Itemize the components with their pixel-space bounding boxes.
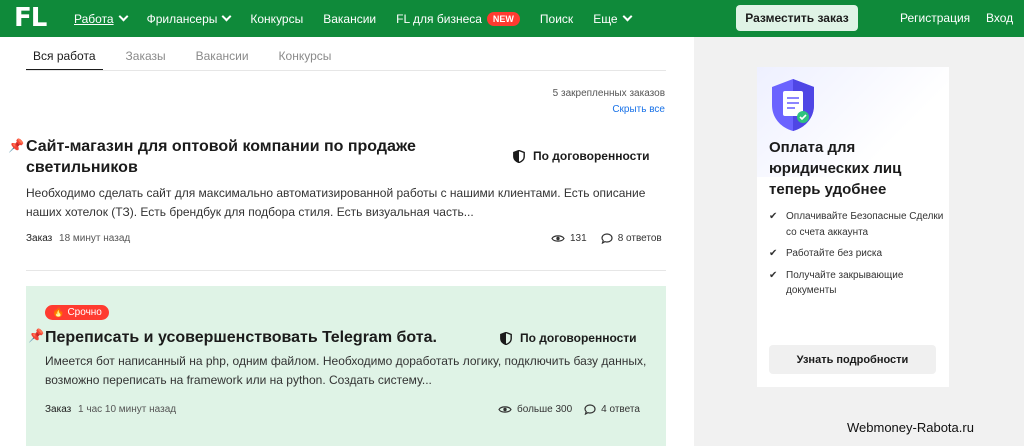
tab-contests[interactable]: Конкурсы bbox=[272, 49, 339, 71]
nav-more[interactable]: Еще bbox=[593, 11, 633, 26]
tab-orders[interactable]: Заказы bbox=[119, 49, 173, 71]
job-divider bbox=[26, 270, 666, 271]
top-navbar: FL Работа Фрилансеры Конкурсы Вакансии F… bbox=[0, 0, 1024, 37]
tab-all-work[interactable]: Вся работа bbox=[26, 49, 103, 71]
job-time: 18 минут назад bbox=[59, 233, 131, 244]
urgent-badge: 🔥 Срочно bbox=[45, 305, 109, 320]
list-item: ✔ Оплачивайте Безопасные Сделки со счета … bbox=[769, 209, 945, 240]
nav-vacancies[interactable]: Вакансии bbox=[323, 12, 376, 26]
document-shield-icon bbox=[772, 79, 814, 131]
nav-work[interactable]: Работа bbox=[74, 11, 129, 26]
pinned-count: 5 закрепленных заказов bbox=[552, 88, 665, 99]
login-link[interactable]: Вход bbox=[986, 11, 1013, 25]
nav-freelancers[interactable]: Фрилансеры bbox=[146, 11, 232, 26]
nav-vacancies-label: Вакансии bbox=[323, 11, 377, 26]
nav-work-label: Работа bbox=[74, 11, 114, 26]
urgent-label: Срочно bbox=[67, 307, 102, 318]
chevron-down-icon bbox=[622, 11, 633, 22]
eye-icon bbox=[498, 406, 512, 413]
tab-vacancies[interactable]: Вакансии bbox=[189, 49, 256, 71]
job-title[interactable]: Переписать и усовершенствовать Telegram … bbox=[45, 327, 495, 348]
job-type: Заказ bbox=[45, 404, 72, 415]
list-item: ✔ Получайте закрывающие документы bbox=[769, 268, 945, 299]
job-stats: больше 300 4 ответа bbox=[498, 404, 640, 415]
nav-contests[interactable]: Конкурсы bbox=[250, 12, 303, 26]
work-tabs: Вся работа Заказы Вакансии Конкурсы bbox=[26, 49, 354, 71]
nav-more-label: Еще bbox=[593, 11, 618, 26]
job-price: По договоренности bbox=[513, 149, 650, 163]
benefit-text: Получайте закрывающие документы bbox=[786, 269, 904, 297]
watermark: Webmoney-Rabota.ru bbox=[847, 420, 974, 435]
hide-all-link[interactable]: Скрыть все bbox=[612, 104, 665, 115]
check-icon: ✔ bbox=[769, 269, 778, 281]
promo-title: Оплата для юридических лиц теперь удобне… bbox=[769, 139, 902, 198]
urgent-job-card[interactable]: 🔥 Срочно 📌 Переписать и усовершенствоват… bbox=[26, 286, 666, 446]
benefit-text: Работайте без риска bbox=[786, 248, 883, 259]
shield-icon bbox=[513, 149, 525, 163]
chevron-down-icon bbox=[118, 11, 129, 22]
comment-icon bbox=[601, 233, 613, 244]
main-nav: Работа Фрилансеры Конкурсы Вакансии FL д… bbox=[74, 0, 651, 37]
learn-more-button[interactable]: Узнать подробности bbox=[769, 345, 936, 374]
nav-business[interactable]: FL для бизнеса NEW bbox=[396, 11, 520, 26]
job-description: Имеется бот написанный на php, одним фай… bbox=[45, 354, 647, 387]
pin-icon: 📌 bbox=[28, 328, 45, 343]
main-content: Вся работа Заказы Вакансии Конкурсы 5 за… bbox=[0, 37, 694, 446]
job-answers[interactable]: 8 ответов bbox=[618, 233, 662, 244]
shield-icon bbox=[500, 331, 512, 345]
tabs-divider bbox=[26, 70, 666, 71]
job-meta: Заказ 1 час 10 минут назад bbox=[45, 404, 176, 415]
benefit-text: Оплачивайте Безопасные Сделки со счета а… bbox=[786, 211, 944, 238]
job-views: 131 bbox=[570, 233, 587, 244]
job-price: По договоренности bbox=[500, 331, 637, 345]
check-icon: ✔ bbox=[769, 211, 778, 222]
fire-icon: 🔥 bbox=[52, 307, 65, 318]
place-order-button[interactable]: Разместить заказ bbox=[736, 5, 858, 31]
job-type: Заказ bbox=[26, 233, 53, 244]
job-stats: 131 8 ответов bbox=[551, 233, 662, 244]
job-views: больше 300 bbox=[517, 404, 573, 415]
job-price-label: По договоренности bbox=[533, 149, 650, 163]
nav-contests-label: Конкурсы bbox=[250, 11, 304, 26]
register-link[interactable]: Регистрация bbox=[900, 11, 970, 25]
comment-icon bbox=[584, 404, 596, 415]
chevron-down-icon bbox=[221, 11, 232, 22]
pin-icon: 📌 bbox=[8, 138, 25, 153]
job-answers[interactable]: 4 ответа bbox=[601, 404, 640, 415]
nav-search[interactable]: Поиск bbox=[540, 12, 573, 26]
promo-benefits: ✔ Оплачивайте Безопасные Сделки со счета … bbox=[769, 209, 945, 305]
job-title[interactable]: Сайт-магазин для оптовой компании по про… bbox=[26, 136, 496, 178]
nav-search-label: Поиск bbox=[539, 11, 574, 26]
nav-freelancers-label: Фрилансеры bbox=[146, 11, 218, 26]
job-price-label: По договоренности bbox=[520, 331, 637, 345]
job-time: 1 час 10 минут назад bbox=[78, 404, 177, 415]
fl-logo[interactable]: FL bbox=[14, 3, 47, 33]
job-description: Необходимо сделать сайт для максимально … bbox=[26, 186, 646, 219]
check-icon: ✔ bbox=[769, 248, 778, 259]
list-item: ✔ Работайте без риска bbox=[769, 246, 945, 262]
new-badge: NEW bbox=[486, 11, 520, 26]
job-meta: Заказ 18 минут назад bbox=[26, 233, 130, 244]
eye-icon bbox=[551, 235, 565, 242]
nav-business-label: FL для бизнеса bbox=[396, 11, 482, 26]
promo-card: Оплата для юридических лиц теперь удобне… bbox=[757, 67, 949, 387]
